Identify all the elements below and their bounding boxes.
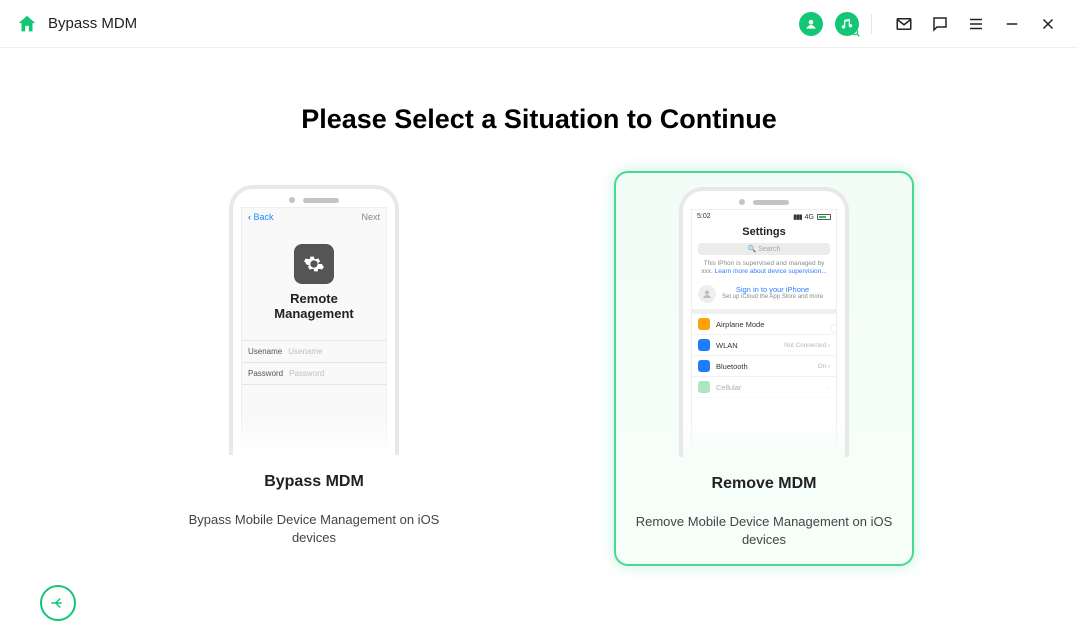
settings-title: Settings xyxy=(692,224,836,240)
settings-row-wlan: WLAN Not Connected › xyxy=(692,335,836,356)
phone-back-label: ‹ Back xyxy=(248,212,274,222)
supervised-note: This iPhon is supervised and managed by … xyxy=(692,258,836,282)
settings-row-cellular: Cellular › xyxy=(692,377,836,398)
account-icon[interactable] xyxy=(797,10,825,38)
feedback-icon[interactable] xyxy=(926,10,954,38)
app-title: Bypass MDM xyxy=(48,15,137,32)
option-desc: Remove Mobile Device Management on iOS d… xyxy=(634,513,894,548)
option-desc: Bypass Mobile Device Management on iOS d… xyxy=(182,511,446,546)
avatar-icon xyxy=(698,285,716,303)
phone-password-field: Password Password xyxy=(242,362,386,385)
back-button[interactable] xyxy=(40,585,76,621)
gear-icon xyxy=(294,244,334,284)
mail-icon[interactable] xyxy=(890,10,918,38)
option-title: Remove MDM xyxy=(634,475,894,493)
music-transfer-icon[interactable] xyxy=(833,10,861,38)
minimize-button[interactable] xyxy=(998,10,1026,38)
settings-row-bluetooth: Bluetooth On › xyxy=(692,356,836,377)
signin-row: Sign in to your iPhone Set up iCloud the… xyxy=(692,282,836,314)
option-bypass-mdm[interactable]: ‹ Back Next RemoteManagement Usename Use… xyxy=(164,171,464,566)
options-row: ‹ Back Next RemoteManagement Usename Use… xyxy=(0,171,1078,566)
settings-row-airplane: Airplane Mode xyxy=(692,314,836,335)
phone-screen-title: RemoteManagement xyxy=(242,292,386,322)
phone-mock-remove: 5:02 ▮▮▮ 4G Settings 🔍 Search This iPhon… xyxy=(679,187,849,457)
search-icon: 🔍 xyxy=(748,246,757,253)
close-button[interactable] xyxy=(1034,10,1062,38)
option-title: Bypass MDM xyxy=(182,473,446,491)
settings-search: 🔍 Search xyxy=(698,243,830,255)
app-header: Bypass MDM xyxy=(0,0,1078,48)
header-divider xyxy=(871,14,872,34)
page-title: Please Select a Situation to Continue xyxy=(0,104,1078,135)
phone-status-bar: 5:02 ▮▮▮ 4G xyxy=(692,210,836,224)
home-icon[interactable] xyxy=(16,13,38,35)
phone-mock-bypass: ‹ Back Next RemoteManagement Usename Use… xyxy=(229,185,399,455)
phone-next-label: Next xyxy=(361,212,380,222)
option-remove-mdm[interactable]: 5:02 ▮▮▮ 4G Settings 🔍 Search This iPhon… xyxy=(614,171,914,566)
phone-username-field: Usename Usename xyxy=(242,340,386,362)
menu-icon[interactable] xyxy=(962,10,990,38)
